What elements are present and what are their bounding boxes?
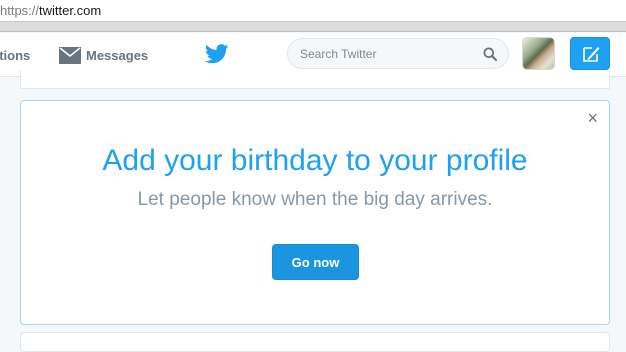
prompt-subtitle: Let people know when the big day arrives… [137,189,493,210]
browser-address-bar[interactable]: https://twitter.com [0,0,626,22]
search-box[interactable] [287,38,509,69]
twitter-bird-icon[interactable] [205,44,229,64]
close-icon[interactable]: × [587,108,598,128]
magnifier-icon[interactable] [483,47,497,61]
search-input[interactable] [300,45,480,63]
go-now-button[interactable]: Go now [272,244,359,280]
previous-stream-item [20,70,610,89]
browser-tab-strip [0,22,626,32]
compose-tweet-icon [583,47,600,62]
nav-messages-label: Messages [86,47,149,63]
birthday-prompt-card: × Add your birthday to your profile Let … [20,100,610,325]
next-stream-item [20,332,610,352]
avatar[interactable] [522,37,555,70]
envelope-icon [59,46,81,64]
url-host: twitter.com [39,3,102,18]
compose-tweet-button[interactable] [570,37,610,70]
url-scheme: https:// [0,3,40,18]
url-text[interactable]: https://twitter.com [0,3,101,18]
prompt-title: Add your birthday to your profile [102,144,528,177]
nav-notifications-label: ations [0,47,31,63]
